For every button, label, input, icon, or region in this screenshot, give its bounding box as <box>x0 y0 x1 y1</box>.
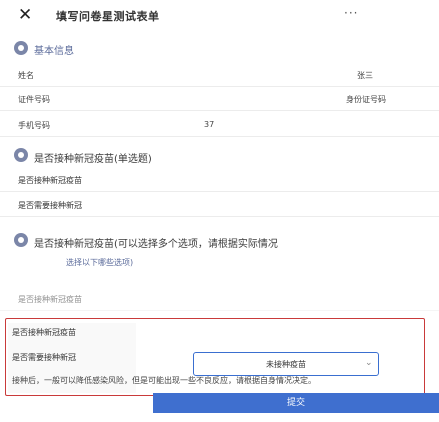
question-1-option[interactable]: 是否需要接种新冠 <box>0 192 439 217</box>
submit-button[interactable]: 提交 <box>153 393 439 413</box>
option-label: 是否接种新冠疫苗 <box>18 295 82 304</box>
field-phone-label: 手机号码 <box>18 121 50 130</box>
field-id-label: 证件号码 <box>18 95 50 104</box>
top-bar: ✕ 填写问卷星测试表单 ··· <box>0 0 439 30</box>
question-1-label: 是否接种新冠疫苗(单选题) <box>34 154 152 165</box>
question-2-option-label: 是否需要接种新冠 <box>12 353 76 362</box>
row-divider <box>0 110 439 111</box>
vaccine-select[interactable]: 未接种疫苗 ⌄ <box>193 352 379 376</box>
chevron-down-icon: ⌄ <box>365 358 373 368</box>
question-2-option[interactable]: 是否接种新冠疫苗 <box>0 286 439 311</box>
field-name-label: 姓名 <box>18 71 34 80</box>
row-divider <box>0 86 439 87</box>
close-icon[interactable]: ✕ <box>18 4 32 26</box>
field-name-value[interactable]: 张三 <box>357 70 373 81</box>
question-2-note: 选择以下哪些选项) <box>66 258 134 267</box>
option-label: 是否接种新冠疫苗 <box>18 176 82 185</box>
question-bullet-icon <box>14 233 28 247</box>
question-bullet-icon <box>14 148 28 162</box>
option-label: 是否需要接种新冠 <box>18 201 82 210</box>
section-basic-label: 基本信息 <box>34 46 74 57</box>
page-title: 填写问卷星测试表单 <box>56 10 160 23</box>
question-2-label: 是否接种新冠疫苗(可以选择多个选项，请根据实际情况 <box>34 239 278 250</box>
dropdown-description: 接种后，一般可以降低感染风险，但是可能出现一些不良反应，请根据自身情况决定。 <box>12 376 316 385</box>
more-icon[interactable]: ··· <box>344 6 358 20</box>
section-bullet-icon <box>14 41 28 55</box>
field-id-value[interactable]: 身份证号码 <box>346 94 386 105</box>
question-1-option[interactable]: 是否接种新冠疫苗 <box>0 167 439 192</box>
question-2-option-label: 是否接种新冠疫苗 <box>12 328 76 337</box>
select-value: 未接种疫苗 <box>266 360 306 369</box>
field-phone-value[interactable]: 37 <box>204 120 214 129</box>
row-divider <box>0 136 439 137</box>
